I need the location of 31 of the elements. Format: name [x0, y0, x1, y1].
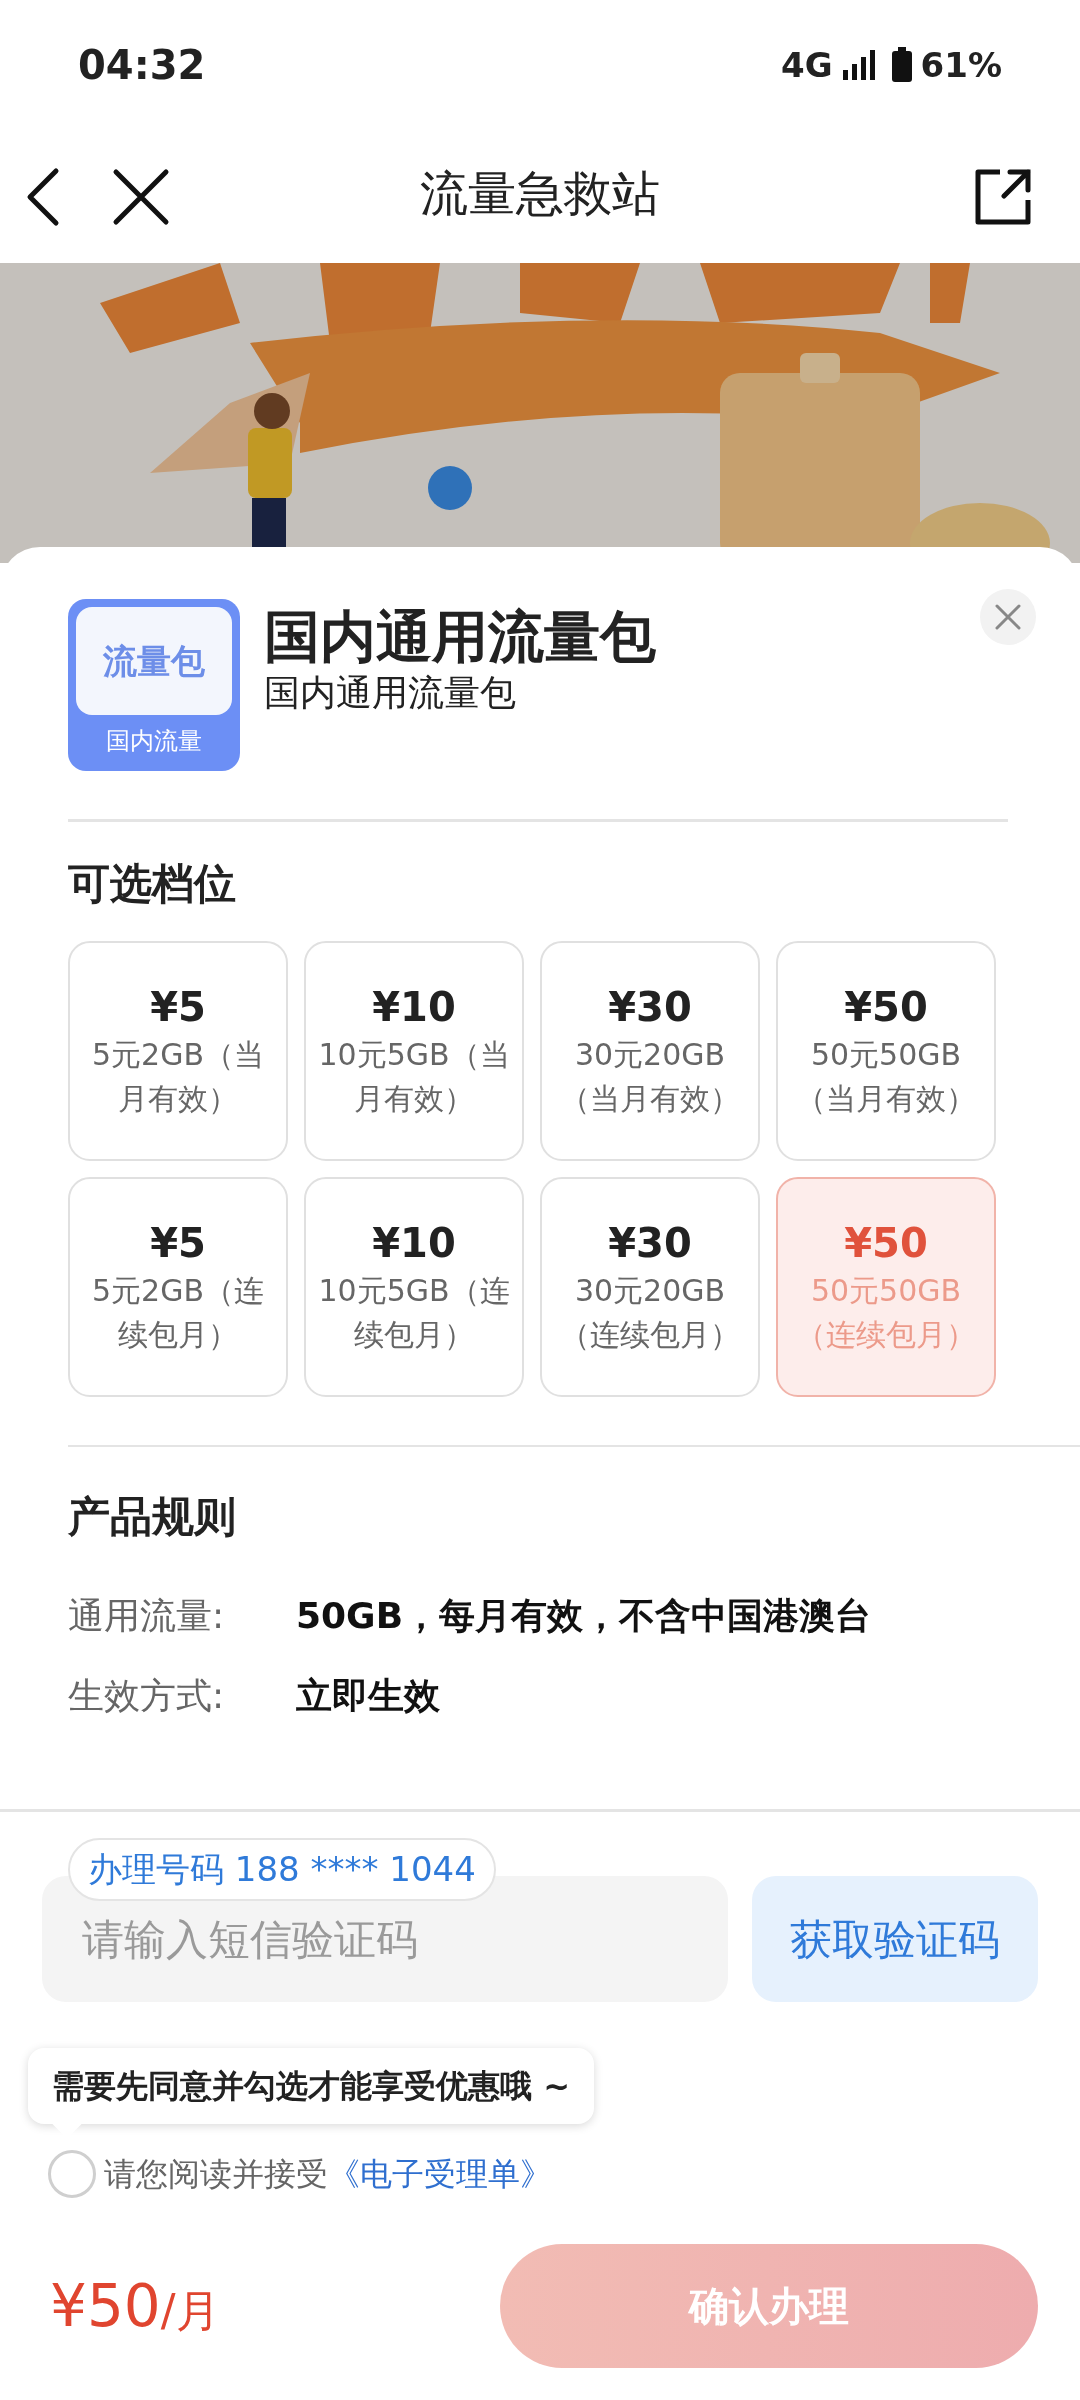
- plan-option[interactable]: ¥30 30元20GB（连续包月）: [540, 1177, 760, 1397]
- status-time: 04:32: [78, 41, 206, 90]
- battery-icon: [890, 47, 913, 83]
- phone-number-tooltip: 办理号码 188 **** 1044: [68, 1838, 496, 1901]
- rule-label: 通用流量:: [68, 1594, 226, 1638]
- plan-option[interactable]: ¥30 30元20GB（当月有效）: [540, 941, 760, 1161]
- share-button[interactable]: [974, 167, 1032, 226]
- rule-label: 生效方式:: [68, 1674, 226, 1718]
- section-title: 产品规则: [68, 1491, 237, 1543]
- rule-value: 50GB，每月有效，不含中国港澳台: [296, 1594, 872, 1638]
- plan-option[interactable]: ¥5 5元2GB（当月有效）: [68, 941, 288, 1161]
- product-icon: 流量包 国内流量: [68, 599, 240, 771]
- product-subtitle: 国内通用流量包: [264, 671, 517, 716]
- agreement-link[interactable]: 《电子受理单》: [328, 2155, 552, 2193]
- plan-option[interactable]: ¥50 50元50GB（当月有效）: [776, 941, 996, 1161]
- plan-option[interactable]: ¥10 10元5GB（连续包月）: [304, 1177, 524, 1397]
- close-icon: [995, 604, 1021, 630]
- plan-option[interactable]: ¥10 10元5GB（当月有效）: [304, 941, 524, 1161]
- get-code-button[interactable]: 获取验证码: [752, 1876, 1038, 2002]
- plan-option[interactable]: ¥5 5元2GB（连续包月）: [68, 1177, 288, 1397]
- page-title: 流量急救站: [420, 163, 660, 223]
- signal-icon: [840, 48, 875, 82]
- total-price: ¥50/月: [50, 2270, 220, 2342]
- agreement-text: 请您阅读并接受《电子受理单》: [104, 2154, 552, 2195]
- network-label: 4G: [781, 43, 833, 87]
- section-title: 可选档位: [68, 858, 237, 910]
- close-button[interactable]: [112, 167, 170, 226]
- battery-level: 61%: [920, 43, 1002, 87]
- agree-checkbox[interactable]: [48, 2150, 96, 2198]
- rule-value: 立即生效: [296, 1674, 440, 1718]
- product-title: 国内通用流量包: [264, 603, 656, 671]
